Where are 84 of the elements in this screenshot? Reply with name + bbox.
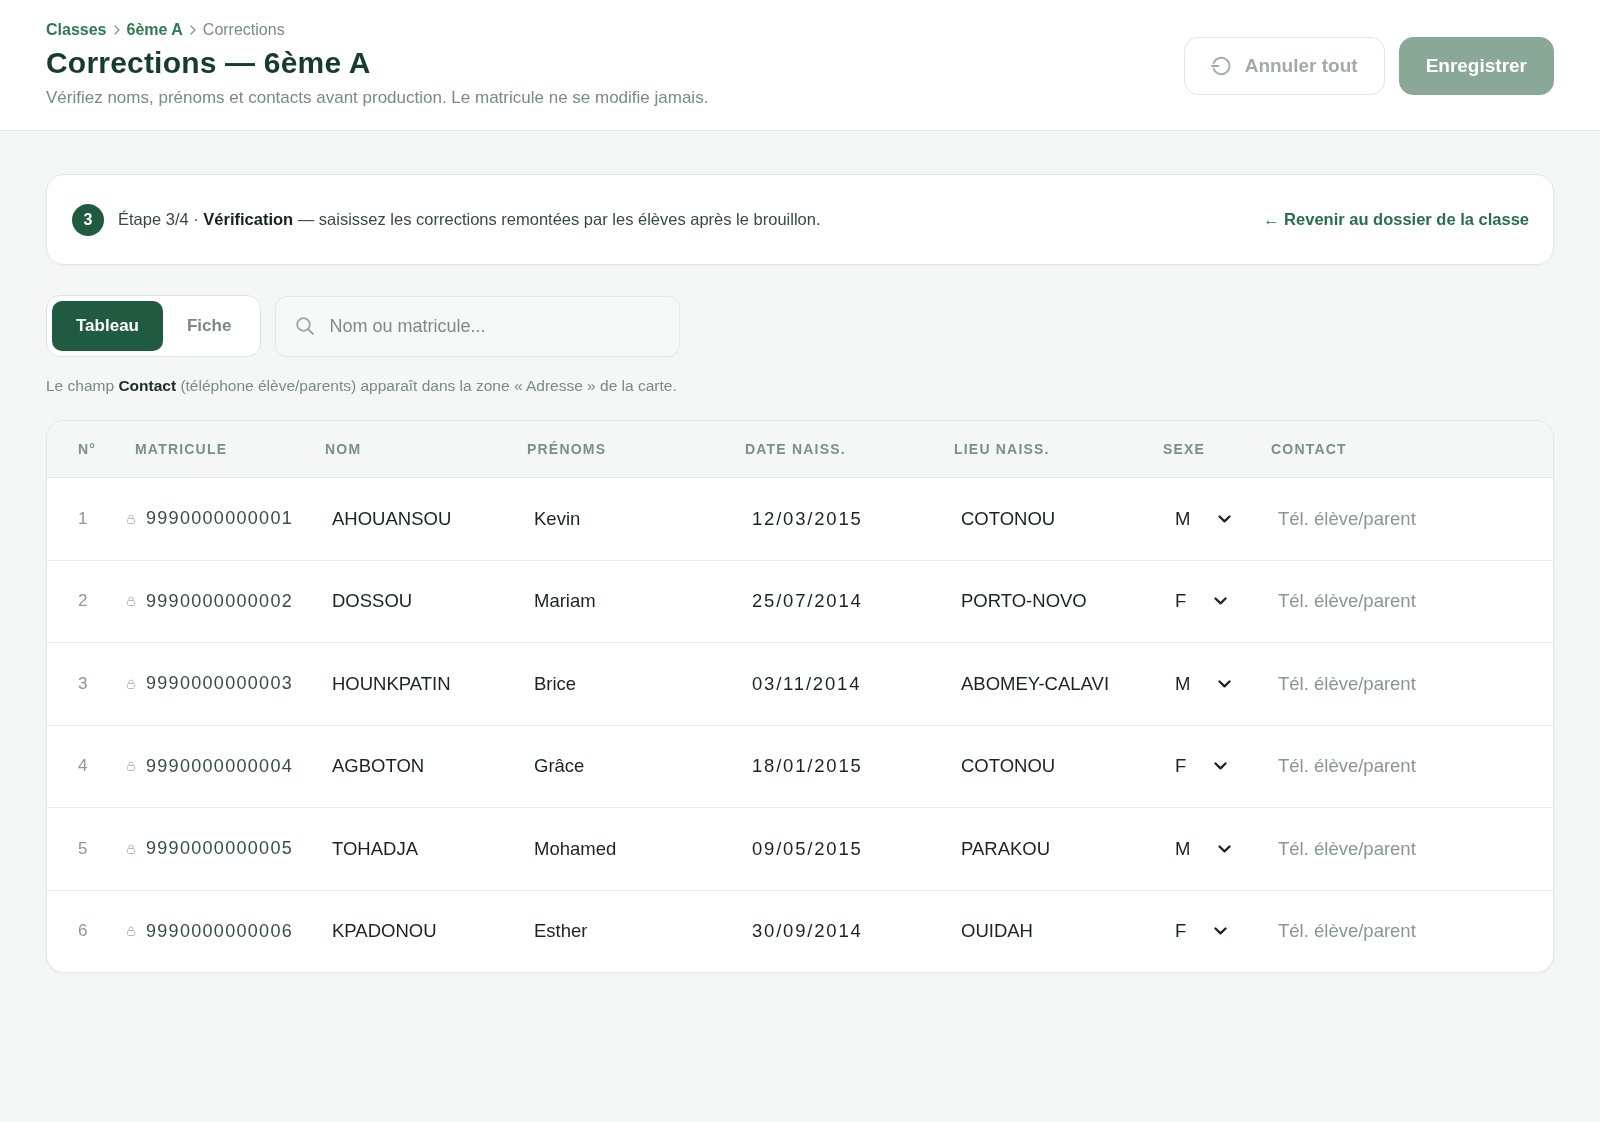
lock-icon (127, 761, 135, 772)
birthplace-field[interactable]: PARAKOU (954, 833, 1058, 864)
last-name-field[interactable]: AHOUANSOU (325, 503, 459, 534)
search-field[interactable]: Nom ou matricule... (275, 295, 681, 357)
breadcrumb-current: Corrections (202, 20, 285, 40)
last-name-field[interactable]: DOSSOU (325, 586, 420, 617)
sex-select[interactable]: M (1169, 833, 1238, 864)
matricule-text: 9990000000002 (146, 590, 294, 612)
chevron-down-icon (1218, 679, 1232, 688)
row-number: 3 (78, 673, 88, 694)
search-icon (296, 316, 315, 335)
info-note: Le champ Contact (téléphone élève/parents) apparaît dans la zone « Adresse » de la carte. (46, 376, 677, 396)
contact-field[interactable]: Tél. élève/parent (1271, 833, 1423, 864)
sex-select[interactable]: F (1169, 751, 1234, 782)
contact-field[interactable]: Tél. élève/parent (1271, 586, 1423, 617)
lock-icon (127, 596, 135, 607)
birthplace-field[interactable]: COTONOU (954, 751, 1063, 782)
step-badge: 3 (72, 203, 104, 236)
contact-field[interactable]: Tél. élève/parent (1271, 668, 1423, 699)
sex-select[interactable]: F (1169, 586, 1234, 617)
reset-icon (1210, 56, 1231, 76)
birth-date-field[interactable]: 09/05/2015 (745, 833, 870, 864)
matricule-text: 9990000000006 (146, 920, 294, 942)
lock-icon (127, 843, 135, 854)
first-name-field[interactable]: Grâce (527, 751, 592, 782)
first-name-field[interactable]: Kevin (527, 503, 588, 534)
row-number: 5 (78, 838, 88, 859)
breadcrumb-link[interactable]: 6ème A (126, 20, 183, 40)
column-header: MATRICULE (135, 441, 228, 457)
lock-icon (127, 926, 135, 937)
matricule-text: 9990000000005 (146, 838, 294, 860)
first-name-field[interactable]: Esther (527, 916, 595, 947)
page-title: Corrections — 6ème A (46, 45, 372, 81)
column-header: NOM (325, 441, 362, 457)
first-name-field[interactable]: Brice (527, 668, 584, 699)
chevron-down-icon (1214, 927, 1228, 936)
chevron-down-icon (1218, 514, 1232, 523)
lock-icon (127, 678, 135, 689)
column-header: PRÉNOMS (527, 441, 607, 457)
page-subtitle: Vérifiez noms, prénoms et contacts avant production. Le matricule ne se modifie jamais. (46, 87, 709, 109)
lock-icon (127, 513, 135, 524)
birth-date-field[interactable]: 25/07/2014 (745, 586, 870, 617)
row-number: 2 (78, 591, 88, 612)
row-number: 1 (78, 508, 88, 529)
matricule-text: 9990000000001 (146, 508, 294, 530)
contact-field[interactable]: Tél. élève/parent (1271, 751, 1423, 782)
sex-select[interactable]: F (1169, 916, 1234, 947)
matricule-text: 9990000000003 (146, 673, 294, 695)
view-tab[interactable]: Fiche (163, 301, 256, 351)
birthplace-field[interactable]: ABOMEY-CALAVI (954, 668, 1117, 699)
sex-select[interactable]: M (1169, 668, 1238, 699)
contact-field[interactable]: Tél. élève/parent (1271, 503, 1423, 534)
birthplace-field[interactable]: OUIDAH (954, 916, 1040, 947)
view-tab[interactable]: Tableau (52, 301, 163, 351)
chevron-down-icon (1214, 762, 1228, 771)
last-name-field[interactable]: AGBOTON (325, 751, 432, 782)
birthplace-field[interactable]: COTONOU (954, 503, 1063, 534)
birthplace-field[interactable]: PORTO-NOVO (954, 586, 1094, 617)
back-link[interactable]: ← Revenir au dossier de la classe (1263, 210, 1529, 229)
column-header: CONTACT (1271, 441, 1347, 457)
column-header: DATE NAISS. (745, 441, 846, 457)
chevron-down-icon (1218, 844, 1232, 853)
last-name-field[interactable]: TOHADJA (325, 833, 425, 864)
step-text: Étape 3/4 · Vérification — saisissez les corrections remontées par les élèves après le brouillon. (118, 210, 821, 229)
sex-select[interactable]: M (1169, 503, 1238, 534)
matricule-text: 9990000000004 (146, 755, 294, 777)
first-name-field[interactable]: Mariam (527, 586, 603, 617)
chevron-right-icon (189, 25, 196, 35)
contact-field[interactable]: Tél. élève/parent (1271, 916, 1423, 947)
first-name-field[interactable]: Mohamed (527, 833, 624, 864)
row-number: 6 (78, 921, 88, 942)
birth-date-field[interactable]: 30/09/2014 (745, 916, 870, 947)
breadcrumb-link[interactable]: Classes (46, 20, 107, 40)
chevron-down-icon (1214, 597, 1228, 606)
column-header: N° (78, 441, 97, 457)
chevron-right-icon (113, 25, 120, 35)
birth-date-field[interactable]: 12/03/2015 (745, 503, 870, 534)
last-name-field[interactable]: KPADONOU (325, 916, 444, 947)
row-number: 4 (78, 756, 88, 777)
column-header: SEXE (1163, 441, 1206, 457)
birth-date-field[interactable]: 03/11/2014 (745, 668, 869, 699)
column-header: LIEU NAISS. (954, 441, 1050, 457)
birth-date-field[interactable]: 18/01/2015 (745, 751, 870, 782)
last-name-field[interactable]: HOUNKPATIN (325, 668, 458, 699)
